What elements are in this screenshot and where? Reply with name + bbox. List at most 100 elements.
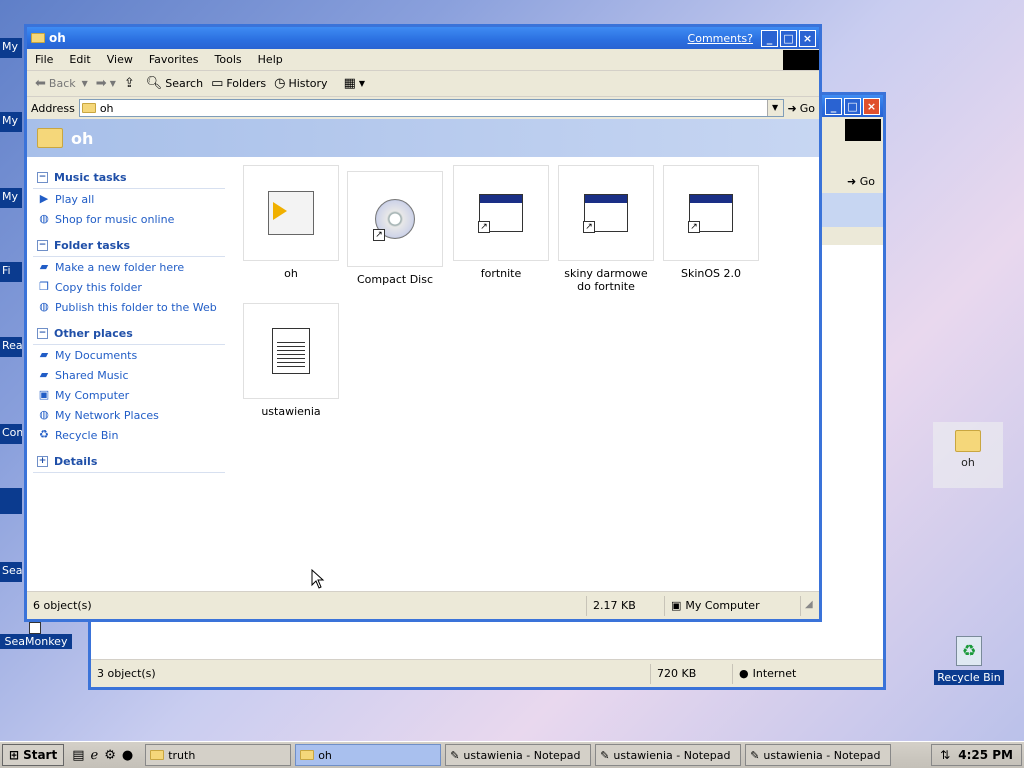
- back-button[interactable]: ⬅ Back ▼: [31, 76, 92, 91]
- back-dropdown-icon[interactable]: ▼: [82, 79, 88, 88]
- minimize-button[interactable]: _: [761, 29, 778, 47]
- views-button[interactable]: ▦ ▼: [340, 76, 369, 91]
- menu-help[interactable]: Help: [250, 53, 291, 66]
- file-item[interactable]: ↗ SkinOS 2.0: [663, 165, 759, 280]
- computer-icon: ▣: [38, 388, 50, 401]
- expand-icon: +: [37, 456, 48, 467]
- up-button[interactable]: ⇪: [120, 76, 142, 91]
- sidebar-item-my-computer[interactable]: ▣ My Computer: [33, 385, 225, 405]
- main-explorer-window[interactable]: oh Comments? _ □ × File Edit View Favori…: [24, 24, 822, 622]
- file-item[interactable]: oh: [243, 165, 339, 280]
- seamonkey-icon: ↗: [20, 620, 50, 634]
- ie-icon[interactable]: ℯ: [91, 748, 99, 763]
- background-status-size: 720 KB: [651, 663, 733, 684]
- address-input[interactable]: oh ▼: [78, 99, 784, 117]
- recycle-bin-icon: ♻: [39, 428, 49, 441]
- desktop-icon-label-my-3[interactable]: My: [0, 188, 22, 208]
- sidebar-item-copy-folder[interactable]: ❐ Copy this folder: [33, 277, 225, 297]
- background-maximize-button[interactable]: □: [844, 97, 861, 115]
- forward-button[interactable]: ➡ ▼: [92, 76, 120, 91]
- sidebar-item-new-folder[interactable]: ▰ Make a new folder here: [33, 257, 225, 277]
- notepad-icon: ✎: [450, 748, 460, 762]
- desktop-icon-label-sea[interactable]: Sea: [0, 562, 22, 582]
- task-notepad-3[interactable]: ✎ ustawienia - Notepad: [745, 744, 892, 766]
- maximize-button[interactable]: □: [780, 29, 797, 47]
- other-places-header[interactable]: − Other places: [33, 323, 225, 345]
- play-icon: ▶: [39, 192, 49, 205]
- desktop-icon-label-my-d[interactable]: My D: [0, 38, 22, 58]
- menu-file[interactable]: File: [27, 53, 61, 66]
- windows-flag-icon: ⊞: [9, 748, 20, 762]
- desktop-icon-recycle-bin[interactable]: ♻ Recycle Bin: [934, 636, 1004, 685]
- status-location-label: My Computer: [685, 599, 760, 612]
- folder-header-title: oh: [71, 128, 94, 148]
- background-close-button[interactable]: ×: [863, 97, 880, 115]
- music-tasks-header[interactable]: − Music tasks: [33, 167, 225, 189]
- sidebar-item-network-places[interactable]: ◍ My Network Places: [33, 405, 225, 425]
- go-button[interactable]: ➜ Go: [788, 102, 815, 115]
- history-label: History: [288, 77, 328, 90]
- menu-view[interactable]: View: [99, 53, 141, 66]
- task-oh[interactable]: oh: [295, 744, 442, 766]
- file-item[interactable]: ↗ fortnite: [453, 165, 549, 280]
- file-item[interactable]: ↗ skiny darmowe do fortnite: [558, 165, 654, 293]
- network-tray-icon[interactable]: ⇅: [940, 748, 950, 762]
- my-documents-label: My Documents: [55, 348, 138, 362]
- desktop-icon-label-rea[interactable]: Rea: [0, 337, 22, 357]
- background-go-button[interactable]: ➜ Go: [847, 175, 875, 188]
- search-button[interactable]: 🔍︎ Search: [142, 76, 207, 91]
- history-button[interactable]: ◷ History: [270, 76, 331, 91]
- folders-button[interactable]: ▭ Folders: [207, 76, 270, 91]
- menu-edit[interactable]: Edit: [61, 53, 98, 66]
- sidebar-item-recycle-bin[interactable]: ♻ Recycle Bin: [33, 425, 225, 445]
- task-notepad-1[interactable]: ✎ ustawienia - Notepad: [445, 744, 592, 766]
- sidebar-item-my-documents[interactable]: ▰ My Documents: [33, 345, 225, 365]
- background-minimize-button[interactable]: _: [825, 97, 842, 115]
- file-label: skiny darmowe do fortnite: [564, 267, 648, 293]
- shortcut-arrow-icon: ↗: [373, 229, 385, 241]
- start-button[interactable]: ⊞ Start: [2, 744, 65, 766]
- main-titlebar[interactable]: oh Comments? _ □ ×: [27, 27, 819, 49]
- desktop-icon-label-fi[interactable]: Fi: [0, 262, 22, 282]
- status-location: ▣ My Computer: [665, 595, 801, 616]
- desktop-icon-label-my-2[interactable]: My: [0, 112, 22, 132]
- details-header[interactable]: + Details: [33, 451, 225, 473]
- status-objects: 6 object(s): [27, 595, 587, 616]
- folder-tasks-title: Folder tasks: [54, 239, 131, 252]
- close-button[interactable]: ×: [799, 29, 816, 47]
- desktop-icon[interactable]: ▤: [72, 748, 84, 763]
- sidebar-item-publish[interactable]: ◍ Publish this folder to the Web: [33, 297, 225, 317]
- other-places-section: − Other places ▰ My Documents ▰ Shared Musi…: [33, 323, 225, 445]
- desktop-icon-seamonkey[interactable]: ↗ SeaMonkey: [0, 620, 72, 649]
- folders-icon: ▭: [211, 76, 224, 91]
- comments-link[interactable]: Comments?: [688, 32, 753, 45]
- task-truth[interactable]: truth: [145, 744, 292, 766]
- file-item[interactable]: ↗ Compact Disc: [347, 171, 443, 286]
- clock[interactable]: 4:25 PM: [958, 748, 1013, 762]
- explorer-icon[interactable]: ⚙: [104, 748, 116, 763]
- desktop-icon-oh-folder[interactable]: oh: [933, 422, 1003, 488]
- address-dropdown-icon[interactable]: ▼: [766, 100, 783, 116]
- desktop-icon-blank[interactable]: [0, 488, 22, 514]
- desktop-icon-label-com[interactable]: Com: [0, 424, 22, 444]
- seamonkey-launch-icon[interactable]: ●: [122, 748, 133, 763]
- recycle-bin-label: Recycle Bin: [934, 670, 1004, 685]
- file-item[interactable]: ustawienia: [243, 303, 339, 418]
- sidebar-item-shared-music[interactable]: ▰ Shared Music: [33, 365, 225, 385]
- menu-favorites[interactable]: Favorites: [141, 53, 207, 66]
- menu-tools[interactable]: Tools: [207, 53, 250, 66]
- sidebar-item-play-all[interactable]: ▶ Play all: [33, 189, 225, 209]
- oh-folder-label: oh: [961, 456, 975, 469]
- task-notepad-2[interactable]: ✎ ustawienia - Notepad: [595, 744, 742, 766]
- resize-grip-icon[interactable]: ◢: [805, 599, 819, 613]
- copy-icon: ❐: [39, 280, 49, 293]
- status-size: 2.17 KB: [587, 595, 665, 616]
- forward-dropdown-icon[interactable]: ▼: [110, 79, 116, 88]
- notepad-icon: ✎: [750, 748, 760, 762]
- file-label: fortnite: [480, 267, 522, 280]
- folder-tasks-header[interactable]: − Folder tasks: [33, 235, 225, 257]
- header-folder-icon: [37, 128, 63, 148]
- file-label: Compact Disc: [356, 273, 433, 286]
- task-pane: − Music tasks ▶ Play all ◍ Shop for music o…: [33, 167, 225, 479]
- sidebar-item-shop-music[interactable]: ◍ Shop for music online: [33, 209, 225, 229]
